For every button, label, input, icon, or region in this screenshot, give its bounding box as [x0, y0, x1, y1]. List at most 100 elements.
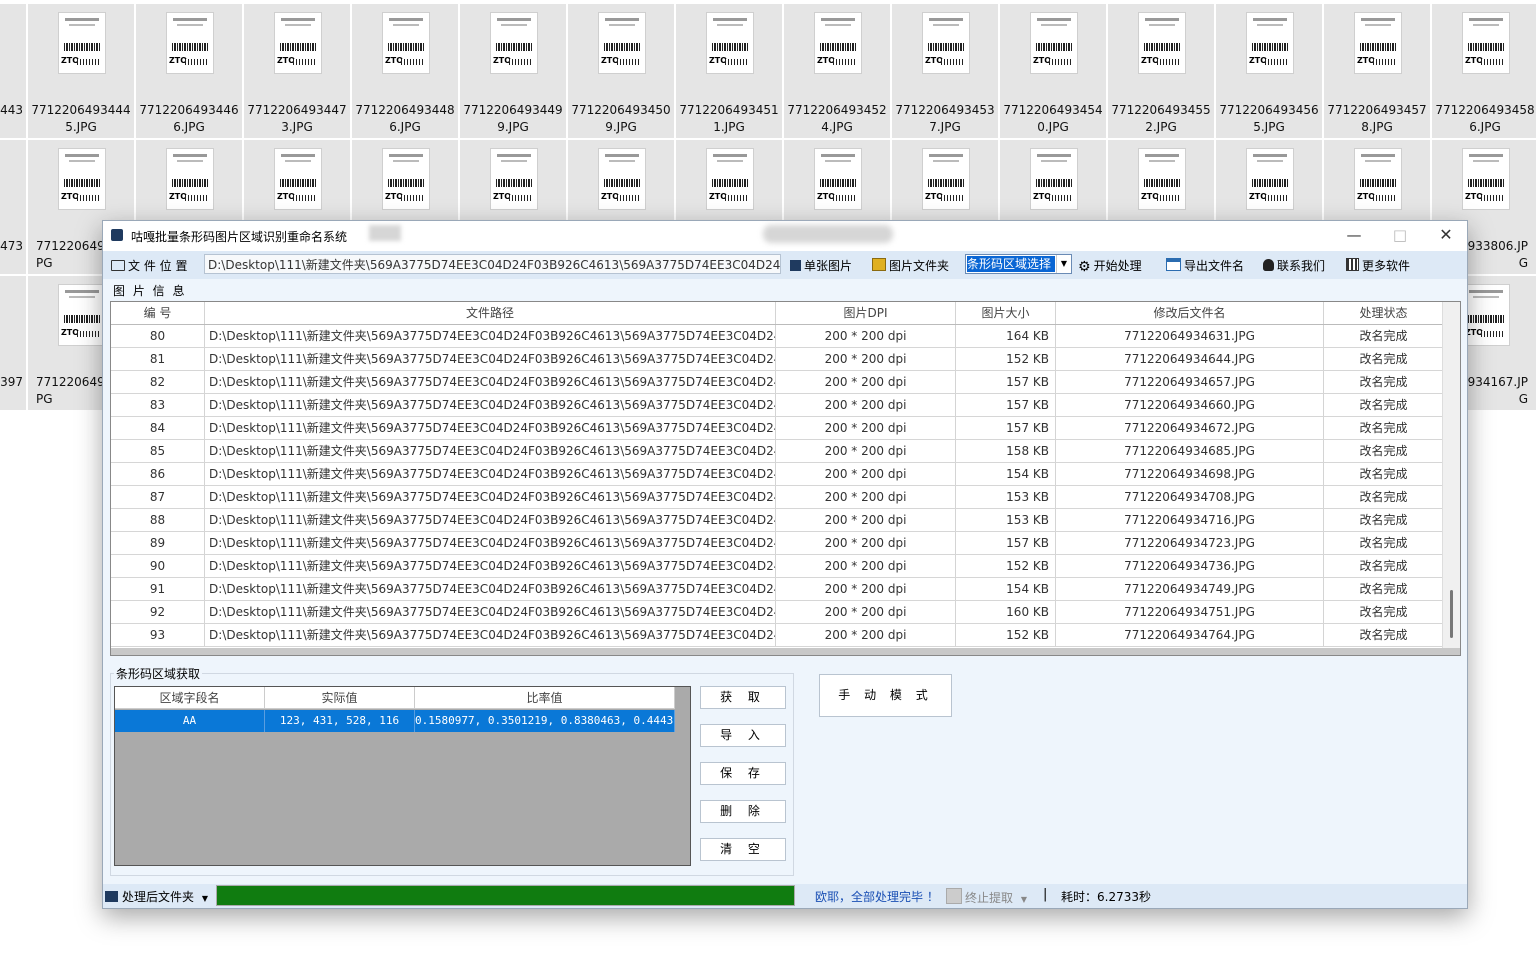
cell-dpi: 200 * 200 dpi	[776, 486, 956, 508]
region-cell-ratio[interactable]: 0.1580977, 0.3501219, 0.8380463, 0.44435…	[415, 710, 675, 732]
start-process-button[interactable]: ⚙ 开始处理	[1078, 257, 1142, 274]
file-location-button[interactable]: 文 件 位 置	[111, 257, 187, 274]
save-button[interactable]: 保 存	[700, 762, 786, 785]
cell-size: 157 KB	[956, 532, 1056, 554]
file-thumbnail[interactable]: ZTO 77122064934537.JPG	[892, 4, 998, 138]
cell-path: D:\Desktop\111\新建文件夹\569A3775D74EE3C04D2…	[205, 463, 776, 485]
vertical-scrollbar[interactable]	[1442, 302, 1460, 655]
column-header-size[interactable]: 图片大小	[956, 302, 1056, 324]
table-row[interactable]: 81 D:\Desktop\111\新建文件夹\569A3775D74EE3C04…	[111, 348, 1444, 371]
region-cell-actual[interactable]: 123, 431, 528, 116	[265, 710, 415, 732]
waybill-image-thumbnail: ZTO	[1030, 12, 1078, 74]
column-header-dpi[interactable]: 图片DPI	[776, 302, 956, 324]
more-software-button[interactable]: 更多软件	[1346, 257, 1410, 274]
cell-id: 85	[111, 440, 205, 462]
region-header-field[interactable]: 区域字段名	[115, 687, 265, 709]
stop-extract-label: 终止提取	[965, 891, 1014, 905]
table-row[interactable]: 80 D:\Desktop\111\新建文件夹\569A3775D74EE3C04…	[111, 325, 1444, 348]
app-icon	[111, 229, 123, 241]
waybill-image-thumbnail: ZTO	[1246, 12, 1294, 74]
file-name: 77122064934565.JPG	[1219, 103, 1319, 134]
table-row[interactable]: 83 D:\Desktop\111\新建文件夹\569A3775D74EE3C04…	[111, 394, 1444, 417]
waybill-image-thumbnail: ZTO	[166, 148, 214, 210]
waybill-image-thumbnail: ZTO	[490, 12, 538, 74]
chevron-down-icon[interactable]: ▼	[1056, 255, 1071, 273]
clear-button[interactable]: 清 空	[700, 838, 786, 861]
table-row[interactable]: 92 D:\Desktop\111\新建文件夹\569A3775D74EE3C04…	[111, 601, 1444, 624]
path-input[interactable]: D:\Desktop\111\新建文件夹\569A3775D74EE3C04D2…	[204, 254, 781, 274]
cell-id: 86	[111, 463, 205, 485]
cell-path: D:\Desktop\111\新建文件夹\569A3775D74EE3C04D2…	[205, 348, 776, 370]
file-name: 77122064934511.JPG	[679, 103, 779, 134]
region-header-actual[interactable]: 实际值	[265, 687, 415, 709]
image-folder-label: 图片文件夹	[889, 259, 950, 273]
chevron-down-icon[interactable]: ▼	[1021, 895, 1027, 904]
file-thumbnail[interactable]: ZTO 77122064934511.JPG	[676, 4, 782, 138]
contact-us-button[interactable]: 联系我们	[1263, 257, 1325, 274]
cell-status: 改名完成	[1324, 601, 1444, 623]
file-thumbnail[interactable]: ZTO443	[0, 4, 26, 138]
more-software-label: 更多软件	[1362, 259, 1411, 273]
export-filenames-button[interactable]: 导出文件名	[1166, 257, 1244, 274]
file-thumbnail[interactable]: ZTO 77122064934552.JPG	[1108, 4, 1214, 138]
close-button[interactable]: ✕	[1423, 221, 1469, 251]
horizontal-scrollbar[interactable]	[111, 648, 1460, 655]
file-thumbnail[interactable]: ZTO 77122064934499.JPG	[460, 4, 566, 138]
table-row[interactable]: 89 D:\Desktop\111\新建文件夹\569A3775D74EE3C04…	[111, 532, 1444, 555]
get-region-button[interactable]: 获 取	[700, 686, 786, 709]
table-row[interactable]: 85 D:\Desktop\111\新建文件夹\569A3775D74EE3C04…	[111, 440, 1444, 463]
table-row[interactable]: 84 D:\Desktop\111\新建文件夹\569A3775D74EE3C04…	[111, 417, 1444, 440]
file-thumbnail[interactable]: ZTO473	[0, 140, 26, 274]
cell-id: 83	[111, 394, 205, 416]
column-header-id[interactable]: 编 号	[111, 302, 205, 324]
table-row[interactable]: 87 D:\Desktop\111\新建文件夹\569A3775D74EE3C04…	[111, 486, 1444, 509]
cell-new-name: 77122064934660.JPG	[1056, 394, 1324, 416]
progress-fill	[217, 886, 794, 905]
waybill-image-thumbnail: ZTO	[382, 148, 430, 210]
region-select-dropdown[interactable]: 条形码区域选择 ▼	[965, 254, 1072, 274]
file-thumbnail[interactable]: ZTO397	[0, 276, 26, 410]
file-thumbnail[interactable]: ZTO 77122064934466.JPG	[136, 4, 242, 138]
file-thumbnail[interactable]: ZTO 77122064934578.JPG	[1324, 4, 1430, 138]
stop-extract-button[interactable]: 终止提取 ▼	[946, 888, 1027, 906]
table-row[interactable]: 90 D:\Desktop\111\新建文件夹\569A3775D74EE3C04…	[111, 555, 1444, 578]
image-folder-button[interactable]: 图片文件夹	[872, 257, 949, 274]
file-thumbnail[interactable]: ZTO 77122064934586.JPG	[1432, 4, 1536, 138]
manual-mode-button[interactable]: 手 动 模 式	[819, 674, 952, 717]
chevron-down-icon[interactable]: ▼	[202, 894, 208, 903]
table-row[interactable]: 88 D:\Desktop\111\新建文件夹\569A3775D74EE3C04…	[111, 509, 1444, 532]
column-header-new-name[interactable]: 修改后文件名	[1056, 302, 1324, 324]
import-button[interactable]: 导 入	[700, 724, 786, 747]
cell-id: 80	[111, 325, 205, 347]
table-row[interactable]: 82 D:\Desktop\111\新建文件夹\569A3775D74EE3C04…	[111, 371, 1444, 394]
processed-folder-button[interactable]: 处理后文件夹 ▼	[105, 888, 208, 905]
file-thumbnail[interactable]: ZTO 77122064934445.JPG	[28, 4, 134, 138]
file-thumbnail[interactable]: ZTO 77122064934540.JPG	[1000, 4, 1106, 138]
cell-path: D:\Desktop\111\新建文件夹\569A3775D74EE3C04D2…	[205, 417, 776, 439]
file-thumbnail[interactable]: ZTO 77122064934473.JPG	[244, 4, 350, 138]
cell-dpi: 200 * 200 dpi	[776, 440, 956, 462]
file-thumbnail[interactable]: ZTO 77122064934524.JPG	[784, 4, 890, 138]
table-row[interactable]: 93 D:\Desktop\111\新建文件夹\569A3775D74EE3C04…	[111, 624, 1444, 647]
table-row[interactable]: 86 D:\Desktop\111\新建文件夹\569A3775D74EE3C04…	[111, 463, 1444, 486]
cell-path: D:\Desktop\111\新建文件夹\569A3775D74EE3C04D2…	[205, 532, 776, 554]
gear-icon: ⚙	[1078, 259, 1091, 275]
cell-status: 改名完成	[1324, 325, 1444, 347]
column-header-status[interactable]: 处理状态	[1324, 302, 1444, 324]
file-thumbnail[interactable]: ZTO 77122064934486.JPG	[352, 4, 458, 138]
cell-dpi: 200 * 200 dpi	[776, 624, 956, 646]
region-cell-field[interactable]: AA	[115, 710, 265, 732]
cell-dpi: 200 * 200 dpi	[776, 371, 956, 393]
table-row[interactable]: 91 D:\Desktop\111\新建文件夹\569A3775D74EE3C04…	[111, 578, 1444, 601]
cell-new-name: 77122064934698.JPG	[1056, 463, 1324, 485]
minimize-button[interactable]: —	[1331, 221, 1377, 251]
file-thumbnail[interactable]: ZTO 77122064934565.JPG	[1216, 4, 1322, 138]
scrollbar-thumb[interactable]	[1450, 590, 1453, 638]
maximize-button[interactable]: □	[1377, 221, 1423, 251]
region-header-ratio[interactable]: 比率值	[415, 687, 675, 709]
delete-button[interactable]: 删 除	[700, 800, 786, 823]
single-image-button[interactable]: 单张图片	[790, 257, 852, 274]
cell-dpi: 200 * 200 dpi	[776, 325, 956, 347]
file-thumbnail[interactable]: ZTO 77122064934509.JPG	[568, 4, 674, 138]
column-header-path[interactable]: 文件路径	[205, 302, 776, 324]
